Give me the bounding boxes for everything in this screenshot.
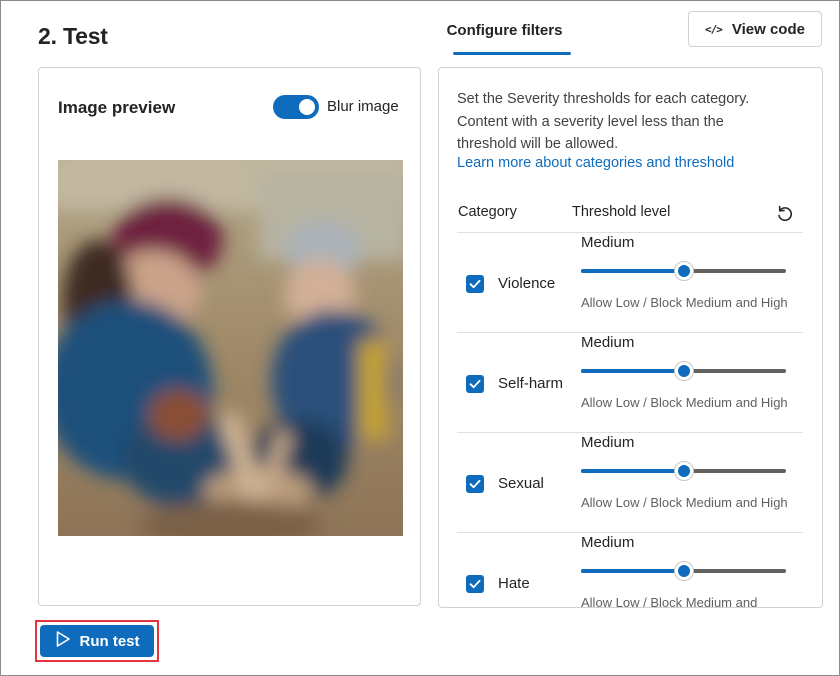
slider-thumb[interactable] bbox=[673, 261, 694, 281]
filter-row-sexual: Sexual Medium Allow Low / Block Medium a… bbox=[457, 432, 803, 532]
category-label: Hate bbox=[498, 575, 530, 592]
tab-selected-indicator bbox=[453, 52, 571, 55]
slider-thumb[interactable] bbox=[673, 361, 694, 381]
category-label: Sexual bbox=[498, 475, 544, 492]
threshold-description: Allow Low / Block Medium and High bbox=[581, 295, 788, 310]
view-code-label: View code bbox=[731, 20, 805, 38]
learn-more-link[interactable]: Learn more about categories and threshol… bbox=[457, 155, 734, 171]
code-icon: </> bbox=[705, 22, 723, 36]
slider-fill bbox=[581, 369, 684, 373]
column-header-category: Category bbox=[458, 204, 517, 220]
sexual-threshold-slider[interactable] bbox=[581, 459, 786, 483]
threshold-description: Allow Low / Block Medium and High bbox=[581, 395, 788, 410]
threshold-description: Allow Low / Block Medium and bbox=[581, 595, 758, 608]
filters-intro-text: Set the Severity thresholds for each cat… bbox=[457, 91, 750, 152]
sexual-checkbox[interactable] bbox=[466, 475, 484, 493]
toggle-knob bbox=[299, 99, 315, 115]
threshold-level-label: Medium bbox=[581, 234, 635, 251]
threshold-level-label: Medium bbox=[581, 434, 635, 451]
filter-row-violence: Violence Medium Allow Low / Block Medium… bbox=[457, 232, 803, 332]
page-title: 2. Test bbox=[38, 23, 108, 49]
violence-threshold-slider[interactable] bbox=[581, 259, 786, 283]
slider-thumb[interactable] bbox=[673, 461, 694, 481]
blur-image-label: Blur image bbox=[327, 98, 399, 115]
slider-thumb[interactable] bbox=[673, 561, 694, 581]
violence-checkbox[interactable] bbox=[466, 275, 484, 293]
threshold-level-label: Medium bbox=[581, 534, 635, 551]
slider-fill bbox=[581, 569, 684, 573]
test-panel: 2. Test Configure filters </> View code … bbox=[0, 0, 840, 676]
tab-label: Configure filters bbox=[446, 22, 563, 39]
hate-checkbox[interactable] bbox=[466, 575, 484, 593]
run-test-button[interactable]: Run test bbox=[40, 625, 154, 657]
filter-row-hate: Hate Medium Allow Low / Block Medium and bbox=[457, 532, 803, 608]
play-icon bbox=[55, 630, 71, 652]
view-code-button[interactable]: </> View code bbox=[688, 11, 822, 47]
slider-fill bbox=[581, 469, 684, 473]
category-label: Self-harm bbox=[498, 375, 564, 392]
filter-row-self-harm: Self-harm Medium Allow Low / Block Mediu… bbox=[457, 332, 803, 432]
slider-fill bbox=[581, 269, 684, 273]
threshold-level-label: Medium bbox=[581, 334, 635, 351]
reset-icon[interactable] bbox=[774, 203, 796, 225]
image-preview-title: Image preview bbox=[58, 98, 176, 117]
image-preview-card: Image preview Blur image bbox=[38, 67, 421, 606]
run-test-highlight: Run test bbox=[35, 620, 159, 662]
self-harm-threshold-slider[interactable] bbox=[581, 359, 786, 383]
blurred-preview-image bbox=[58, 160, 403, 536]
self-harm-checkbox[interactable] bbox=[466, 375, 484, 393]
hate-threshold-slider[interactable] bbox=[581, 559, 786, 583]
configure-filters-card: Set the Severity thresholds for each cat… bbox=[438, 67, 823, 608]
tab-configure-filters[interactable]: Configure filters bbox=[438, 15, 571, 55]
filter-rows: Violence Medium Allow Low / Block Medium… bbox=[457, 232, 803, 608]
run-test-label: Run test bbox=[79, 632, 140, 650]
category-label: Violence bbox=[498, 275, 556, 292]
column-header-threshold: Threshold level bbox=[572, 204, 671, 220]
blur-image-toggle[interactable] bbox=[273, 95, 319, 119]
threshold-description: Allow Low / Block Medium and High bbox=[581, 495, 788, 510]
